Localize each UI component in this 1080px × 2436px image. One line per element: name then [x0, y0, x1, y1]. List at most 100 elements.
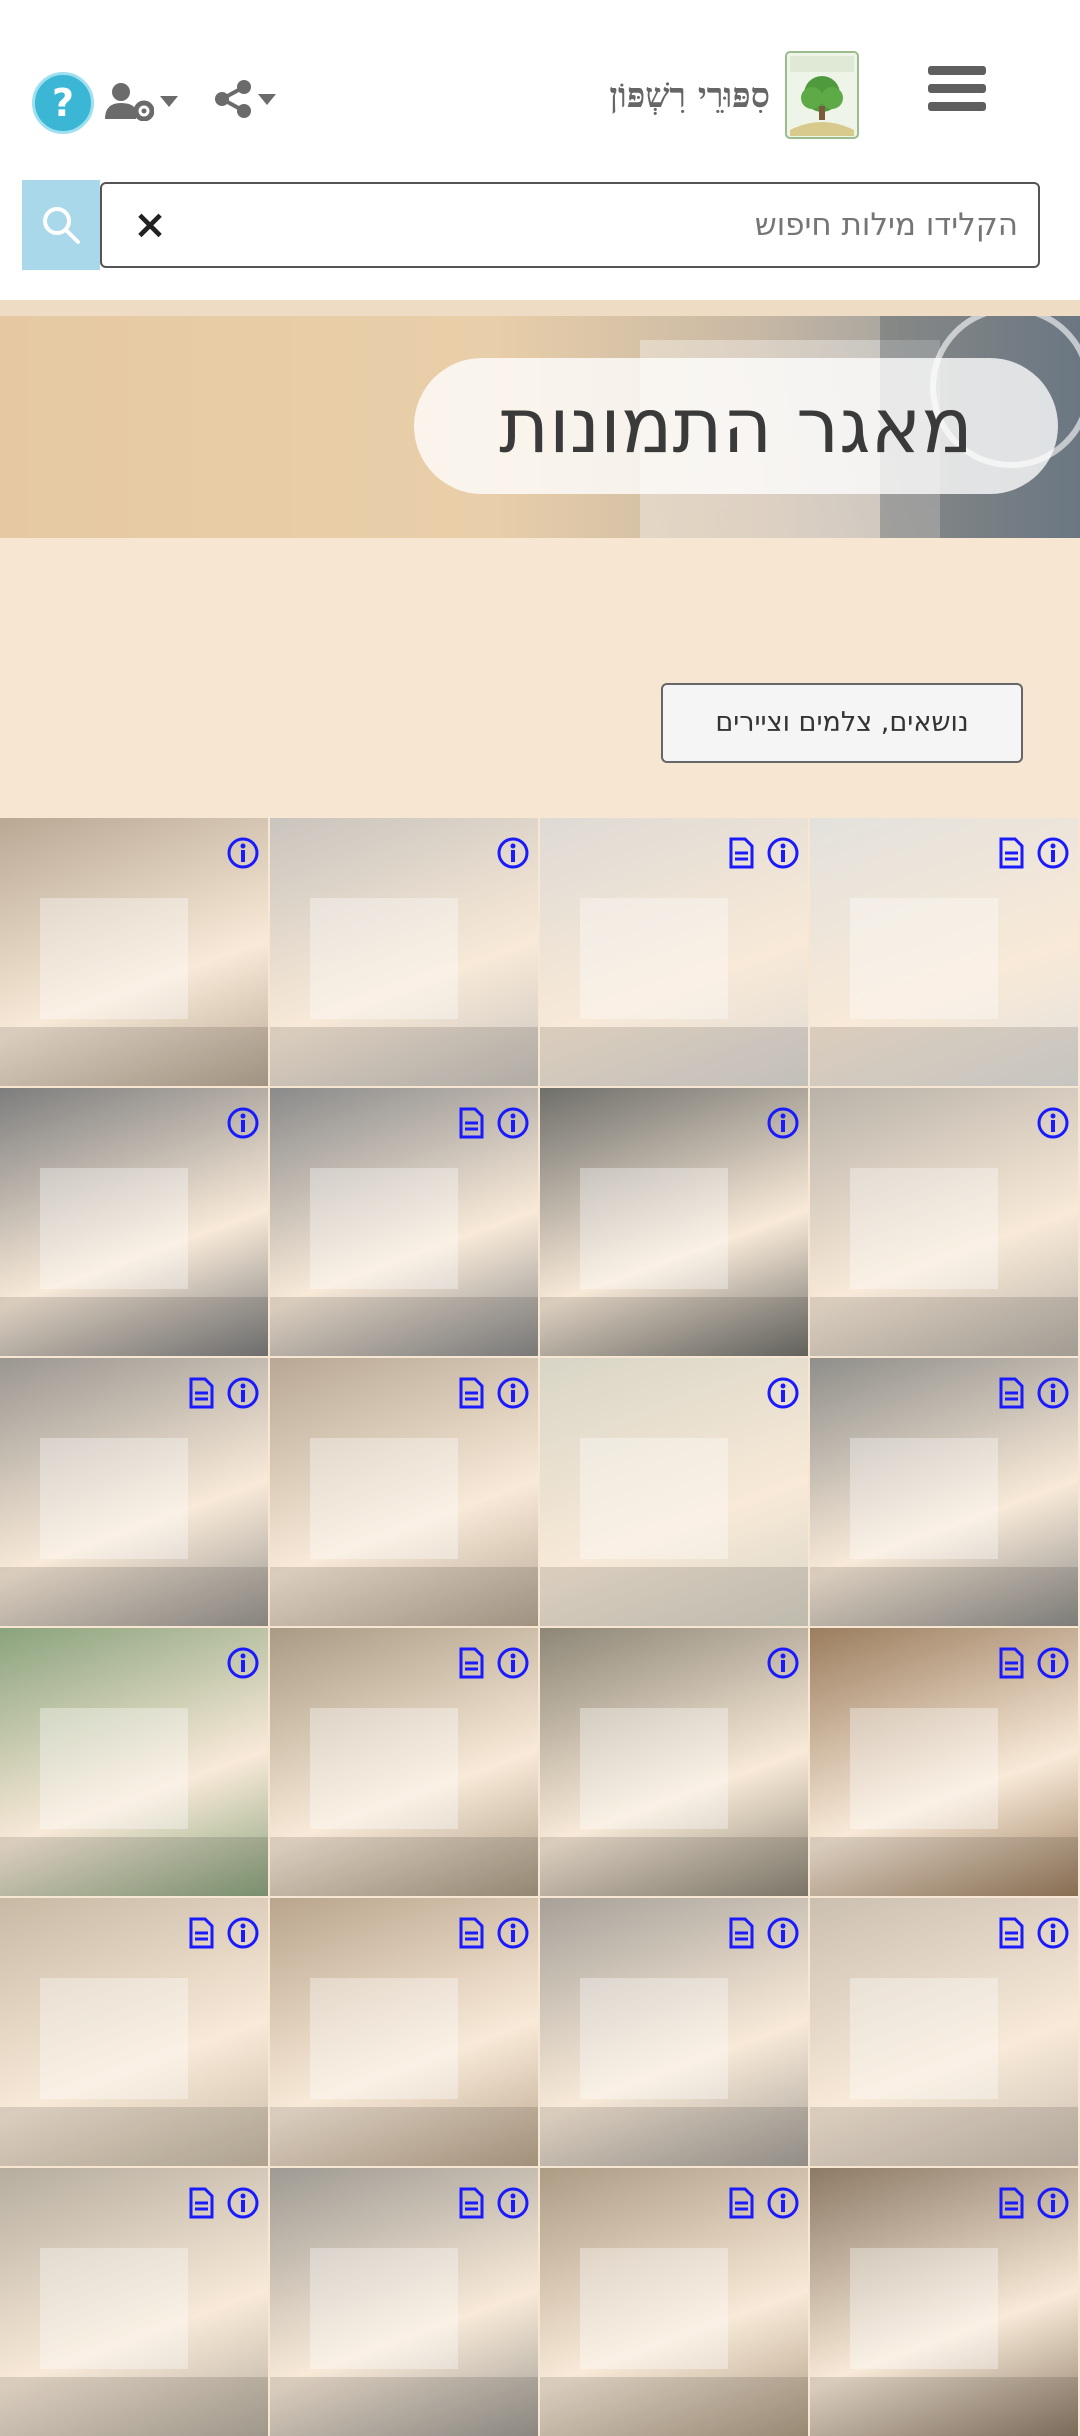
gallery-photo-thumbnail[interactable] [540, 1358, 808, 1626]
document-icon[interactable] [184, 2186, 218, 2220]
gallery-photo-thumbnail[interactable] [270, 1898, 538, 2166]
photo-content [310, 1438, 458, 1559]
help-button[interactable]: ? [32, 72, 94, 134]
gallery-photo-thumbnail[interactable] [810, 2168, 1078, 2436]
document-icon[interactable] [454, 1376, 488, 1410]
info-icon[interactable] [496, 836, 530, 870]
photo-content [40, 2248, 188, 2369]
photo-content [0, 1027, 268, 1086]
document-icon[interactable] [724, 836, 758, 870]
info-icon[interactable] [766, 1646, 800, 1680]
gallery-photo-thumbnail[interactable] [810, 1088, 1078, 1356]
gallery-photo-thumbnail[interactable] [270, 2168, 538, 2436]
photo-content [540, 1297, 808, 1356]
photo-content [810, 2377, 1078, 2436]
site-title[interactable]: סִפּוּרֵי רִשְׁפּוֹן [520, 66, 770, 126]
document-icon[interactable] [724, 2186, 758, 2220]
gallery-photo-thumbnail[interactable] [540, 1628, 808, 1896]
gallery-photo-thumbnail[interactable] [0, 2168, 268, 2436]
photo-content [310, 2248, 458, 2369]
photo-content [810, 1837, 1078, 1896]
document-icon[interactable] [184, 1376, 218, 1410]
info-icon[interactable] [1036, 1376, 1070, 1410]
gallery-photo-thumbnail[interactable] [540, 1088, 808, 1356]
info-icon[interactable] [226, 836, 260, 870]
gallery-photo-thumbnail[interactable] [810, 1358, 1078, 1626]
info-icon[interactable] [226, 1106, 260, 1140]
info-icon[interactable] [226, 1376, 260, 1410]
photo-gallery-grid [0, 818, 1080, 2436]
document-icon[interactable] [454, 1106, 488, 1140]
site-logo[interactable] [784, 50, 860, 140]
info-icon[interactable] [766, 836, 800, 870]
top-bar: סִפּוּרֵי רִשְׁפּוֹן ? × [0, 0, 1080, 300]
photo-content [40, 1708, 188, 1829]
info-icon[interactable] [496, 1646, 530, 1680]
info-icon[interactable] [496, 1376, 530, 1410]
gallery-photo-thumbnail[interactable] [0, 1898, 268, 2166]
photo-content [810, 1027, 1078, 1086]
clear-search-button[interactable]: × [130, 202, 170, 248]
info-icon[interactable] [766, 1916, 800, 1950]
page-title: מאגר התמונות [414, 358, 1058, 494]
photo-content [850, 2248, 998, 2369]
document-icon[interactable] [454, 1916, 488, 1950]
photo-content [850, 898, 998, 1019]
photo-content [540, 1837, 808, 1896]
photo-content [310, 898, 458, 1019]
share-icon [215, 80, 251, 118]
document-icon[interactable] [994, 1646, 1028, 1680]
photo-content [270, 2377, 538, 2436]
info-icon[interactable] [1036, 1916, 1070, 1950]
info-icon[interactable] [496, 1106, 530, 1140]
gallery-photo-thumbnail[interactable] [270, 1088, 538, 1356]
gallery-photo-thumbnail[interactable] [0, 1358, 268, 1626]
info-icon[interactable] [766, 1376, 800, 1410]
info-icon[interactable] [1036, 2186, 1070, 2220]
document-icon[interactable] [994, 1376, 1028, 1410]
gallery-photo-thumbnail[interactable] [540, 2168, 808, 2436]
document-icon[interactable] [994, 2186, 1028, 2220]
photo-content [310, 1708, 458, 1829]
info-icon[interactable] [766, 1106, 800, 1140]
gallery-photo-thumbnail[interactable] [270, 1358, 538, 1626]
info-icon[interactable] [1036, 836, 1070, 870]
gallery-photo-thumbnail[interactable] [810, 1898, 1078, 2166]
gallery-photo-thumbnail[interactable] [0, 818, 268, 1086]
photo-content [310, 1168, 458, 1289]
gallery-photo-thumbnail[interactable] [810, 1628, 1078, 1896]
document-icon[interactable] [994, 836, 1028, 870]
hamburger-menu-button[interactable] [928, 66, 986, 118]
search-button[interactable] [22, 180, 100, 270]
gallery-photo-thumbnail[interactable] [540, 1898, 808, 2166]
gallery-photo-thumbnail[interactable] [0, 1628, 268, 1896]
info-icon[interactable] [226, 2186, 260, 2220]
search-input[interactable] [100, 182, 1040, 268]
gallery-photo-thumbnail[interactable] [270, 1628, 538, 1896]
info-icon[interactable] [226, 1916, 260, 1950]
user-settings-button[interactable] [104, 74, 190, 128]
gallery-photo-thumbnail[interactable] [810, 818, 1078, 1086]
info-icon[interactable] [496, 2186, 530, 2220]
document-icon[interactable] [184, 1916, 218, 1950]
photo-content [0, 2377, 268, 2436]
document-icon[interactable] [994, 1916, 1028, 1950]
gallery-photo-thumbnail[interactable] [540, 818, 808, 1086]
topics-photographers-filter-button[interactable]: נושאים, צלמים וציירים [661, 683, 1023, 763]
divider-band [0, 300, 1080, 316]
photo-content [810, 1567, 1078, 1626]
document-icon[interactable] [454, 1646, 488, 1680]
photo-content [850, 1978, 998, 2099]
info-icon[interactable] [766, 2186, 800, 2220]
info-icon[interactable] [1036, 1106, 1070, 1140]
share-button[interactable] [214, 72, 290, 126]
gallery-photo-thumbnail[interactable] [0, 1088, 268, 1356]
gallery-photo-thumbnail[interactable] [270, 818, 538, 1086]
info-icon[interactable] [1036, 1646, 1070, 1680]
menu-bar-line [928, 102, 986, 111]
document-icon[interactable] [454, 2186, 488, 2220]
info-icon[interactable] [496, 1916, 530, 1950]
photo-content [540, 2107, 808, 2166]
document-icon[interactable] [724, 1916, 758, 1950]
info-icon[interactable] [226, 1646, 260, 1680]
